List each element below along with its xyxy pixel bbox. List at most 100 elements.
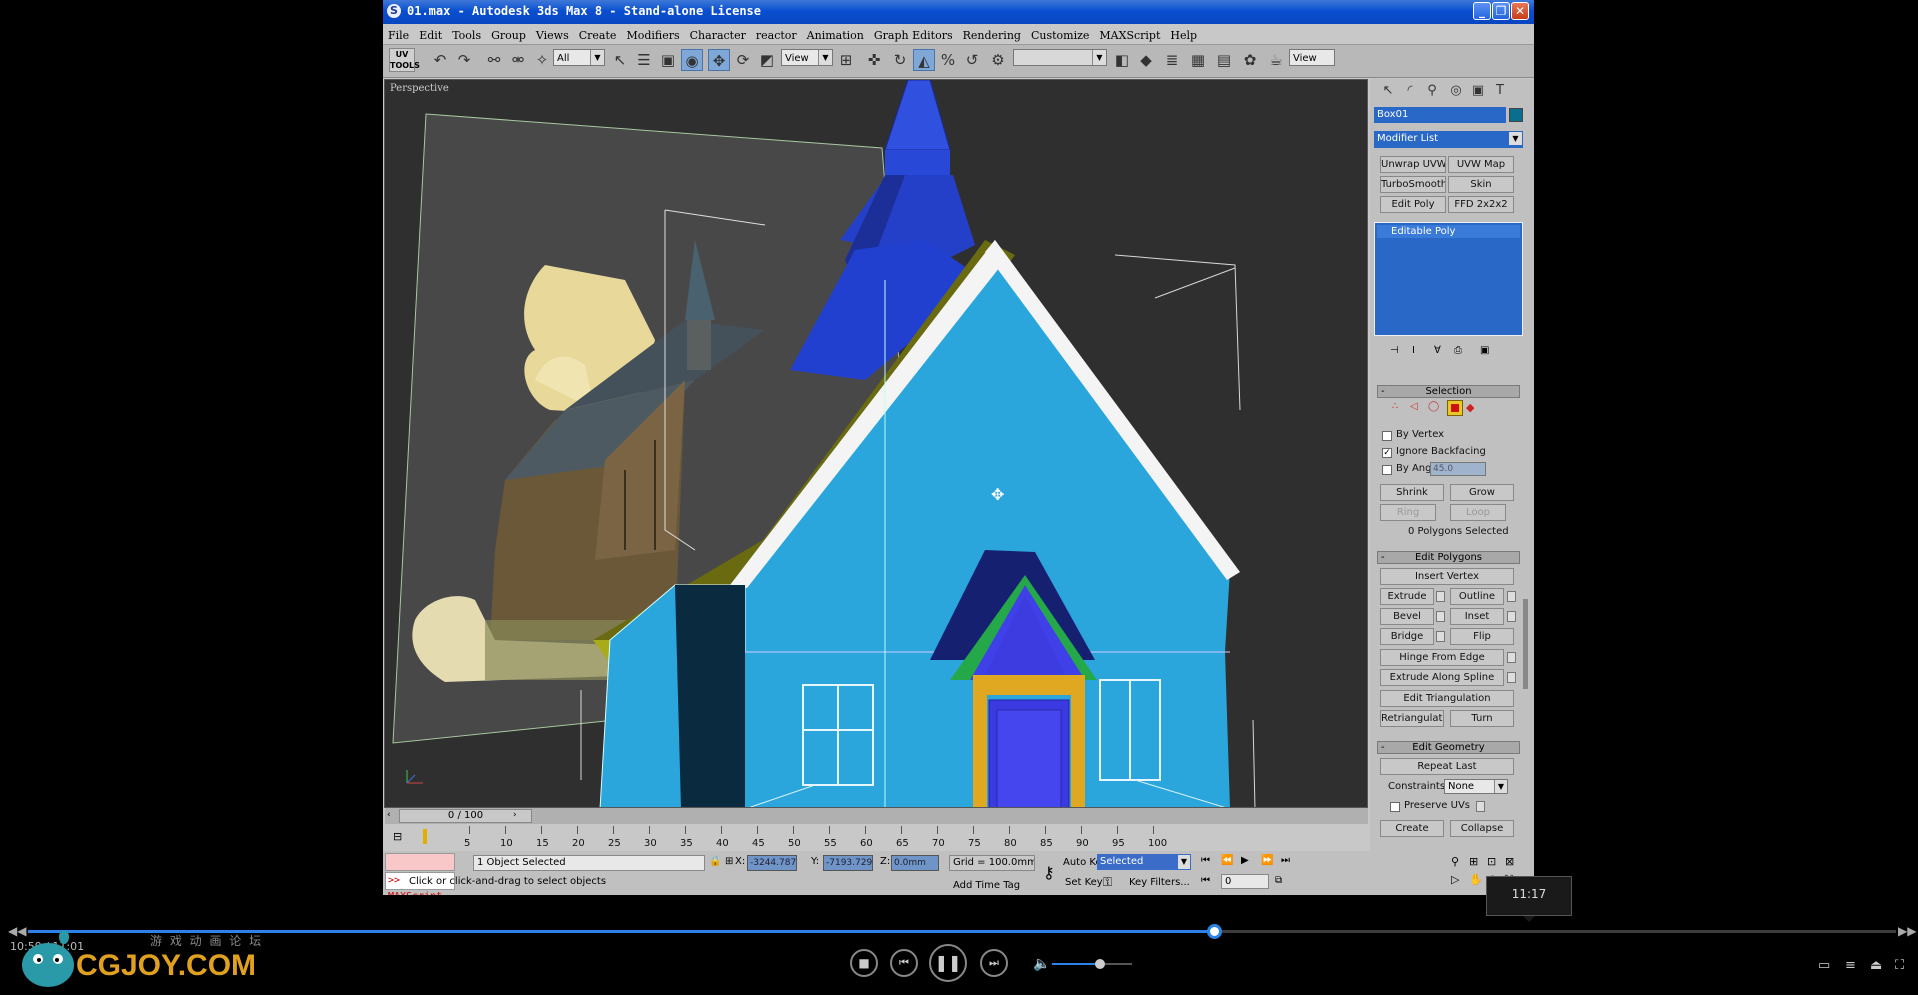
show-end-result-icon[interactable]: I	[1412, 345, 1415, 356]
make-unique-icon[interactable]: ∀	[1434, 345, 1441, 356]
mirror-icon[interactable]: ◧	[1111, 49, 1133, 71]
remove-modifier-icon[interactable]: ⎙	[1454, 345, 1462, 356]
absolute-mode-icon[interactable]: ⊞	[725, 856, 733, 867]
menu-maxscript[interactable]: MAXScript	[1094, 26, 1165, 42]
modify-tab-icon[interactable]: ◜	[1400, 81, 1420, 101]
spinner-snap-icon[interactable]: ↺	[961, 49, 983, 71]
modifier-list-select[interactable]: Modifier List ▼	[1374, 131, 1523, 148]
angle-snap-icon[interactable]: ◭	[913, 49, 935, 71]
outline-button[interactable]: Outline	[1450, 588, 1504, 605]
select-link-icon[interactable]: ⚯	[483, 49, 505, 71]
select-move-icon[interactable]: ✥	[708, 49, 730, 71]
bind-space-warp-icon[interactable]: ✧	[531, 49, 553, 71]
grow-button[interactable]: Grow	[1450, 484, 1514, 501]
insert-vertex-button[interactable]: Insert Vertex	[1380, 568, 1514, 585]
select-scale-icon[interactable]: ◩	[756, 49, 778, 71]
select-object-icon[interactable]: ↖	[609, 49, 631, 71]
key-filters-button[interactable]: Key Filters...	[1129, 877, 1190, 888]
inset-settings-icon[interactable]	[1507, 611, 1516, 622]
by-angle-checkbox[interactable]	[1382, 465, 1392, 475]
display-tab-icon[interactable]: ▣	[1468, 81, 1488, 101]
add-time-tag-button[interactable]: Add Time Tag	[953, 880, 1020, 891]
zoom-extents-all-icon[interactable]: ⊠	[1505, 855, 1514, 868]
menu-customize[interactable]: Customize	[1026, 26, 1094, 42]
uv-tools-button[interactable]: UV TOOLS	[389, 48, 420, 72]
turn-button[interactable]: Turn	[1450, 710, 1514, 727]
set-key-button[interactable]: Set Key	[1065, 877, 1103, 888]
material-editor-icon[interactable]: ✿	[1239, 49, 1261, 71]
edit-poly-button[interactable]: Edit Poly	[1380, 196, 1446, 213]
curve-editor-icon[interactable]: ▦	[1187, 49, 1209, 71]
ffd-button[interactable]: FFD 2x2x2	[1448, 196, 1514, 213]
zoom-all-icon[interactable]: ⊞	[1469, 855, 1478, 868]
create-tab-icon[interactable]: ↖	[1378, 81, 1398, 101]
collapse-button[interactable]: Collapse	[1450, 820, 1514, 837]
create-button[interactable]: Create	[1380, 820, 1444, 837]
menu-reactor[interactable]: reactor	[751, 26, 802, 42]
reference-coordinate-select[interactable]: View ▼	[781, 49, 833, 66]
menu-edit[interactable]: Edit	[414, 26, 447, 42]
object-name-field[interactable]: Box01	[1374, 107, 1506, 123]
object-color-swatch[interactable]	[1509, 108, 1523, 122]
menu-group[interactable]: Group	[486, 26, 531, 42]
x-coordinate-field[interactable]: -3244.787r	[747, 855, 797, 871]
edit-triangulation-button[interactable]: Edit Triangulation	[1380, 690, 1514, 707]
repeat-last-button[interactable]: Repeat Last	[1380, 758, 1514, 775]
key-mode-toggle-icon[interactable]: ⏮	[1201, 875, 1210, 886]
chevron-right-icon[interactable]: ›	[513, 810, 517, 820]
pin-stack-icon[interactable]: ⊣	[1390, 345, 1399, 356]
selection-region-icon[interactable]: ▣	[657, 49, 679, 71]
go-to-end-icon[interactable]: ⏭	[1281, 855, 1290, 866]
constraints-select[interactable]: None ▼	[1444, 779, 1508, 794]
next-button[interactable]: ⏭	[980, 949, 1008, 977]
select-rotate-icon[interactable]: ⟳	[732, 49, 754, 71]
selection-filter-select[interactable]: All ▼	[553, 49, 605, 66]
preserve-uvs-settings-icon[interactable]	[1476, 801, 1485, 812]
select-manipulate-icon[interactable]: ✜	[863, 49, 885, 71]
layer-manager-icon[interactable]: ≣	[1161, 49, 1183, 71]
z-coordinate-field[interactable]: 0.0mm	[891, 855, 939, 871]
element-mode-icon[interactable]: ◆	[1466, 401, 1480, 415]
redo-icon[interactable]: ↷	[453, 49, 475, 71]
stop-button[interactable]: ■	[850, 949, 878, 977]
edit-polygons-rollout[interactable]: - Edit Polygons	[1377, 551, 1520, 564]
menu-help[interactable]: Help	[1165, 26, 1202, 42]
edit-geometry-rollout[interactable]: - Edit Geometry	[1377, 741, 1520, 754]
extrude-along-spline-button[interactable]: Extrude Along Spline	[1380, 669, 1504, 686]
edit-named-selections-icon[interactable]: ⚙	[987, 49, 1009, 71]
turbosmooth-button[interactable]: TurboSmooth	[1380, 176, 1446, 193]
preserve-uvs-checkbox[interactable]	[1390, 802, 1400, 812]
track-bar[interactable]: ⊟ 5 10 15 20 25 30 35 40 45 50 55 60 65 70 75 80 85 90 95 1…	[383, 824, 1368, 850]
next-frame-icon[interactable]: ⏩	[1261, 855, 1273, 866]
pivot-center-icon[interactable]: ⊞	[835, 49, 857, 71]
undo-icon[interactable]: ↶	[429, 49, 451, 71]
perspective-viewport[interactable]: Perspective ✥	[384, 79, 1368, 808]
previous-frame-icon[interactable]: ⏪	[1221, 855, 1233, 866]
close-button[interactable]: ✕	[1511, 2, 1529, 20]
uvw-map-button[interactable]: UVW Map	[1448, 156, 1514, 173]
play-icon[interactable]: ▶	[1241, 855, 1249, 866]
render-scene-icon[interactable]: ☕	[1265, 49, 1287, 71]
selection-rollout[interactable]: - Selection	[1377, 385, 1520, 398]
lock-selection-icon[interactable]: 🔒	[709, 856, 721, 867]
extrude-button[interactable]: Extrude	[1380, 588, 1434, 605]
percent-snap-icon[interactable]: %	[937, 49, 959, 71]
pause-button[interactable]: ❚❚	[929, 944, 967, 982]
outline-settings-icon[interactable]	[1507, 591, 1516, 602]
border-mode-icon[interactable]: ◯	[1428, 401, 1442, 415]
extrude-settings-icon[interactable]	[1436, 591, 1445, 602]
volume-icon[interactable]: 🔈	[1033, 956, 1050, 972]
unwrap-uvw-button[interactable]: Unwrap UVW	[1380, 156, 1446, 173]
snap-toggle-icon[interactable]: ↻	[889, 49, 911, 71]
by-angle-spinner[interactable]: 45.0	[1430, 462, 1486, 476]
panel-scrollbar[interactable]	[1523, 599, 1528, 689]
menu-tools[interactable]: Tools	[447, 26, 486, 42]
bridge-button[interactable]: Bridge	[1380, 628, 1434, 645]
bevel-settings-icon[interactable]	[1436, 611, 1445, 622]
field-of-view-icon[interactable]: ▷	[1451, 873, 1459, 886]
minimize-button[interactable]: _	[1473, 2, 1491, 20]
zoom-extents-icon[interactable]: ⊡	[1487, 855, 1496, 868]
hinge-settings-icon[interactable]	[1507, 652, 1516, 663]
menu-create[interactable]: Create	[574, 26, 622, 42]
bridge-settings-icon[interactable]	[1436, 631, 1445, 642]
